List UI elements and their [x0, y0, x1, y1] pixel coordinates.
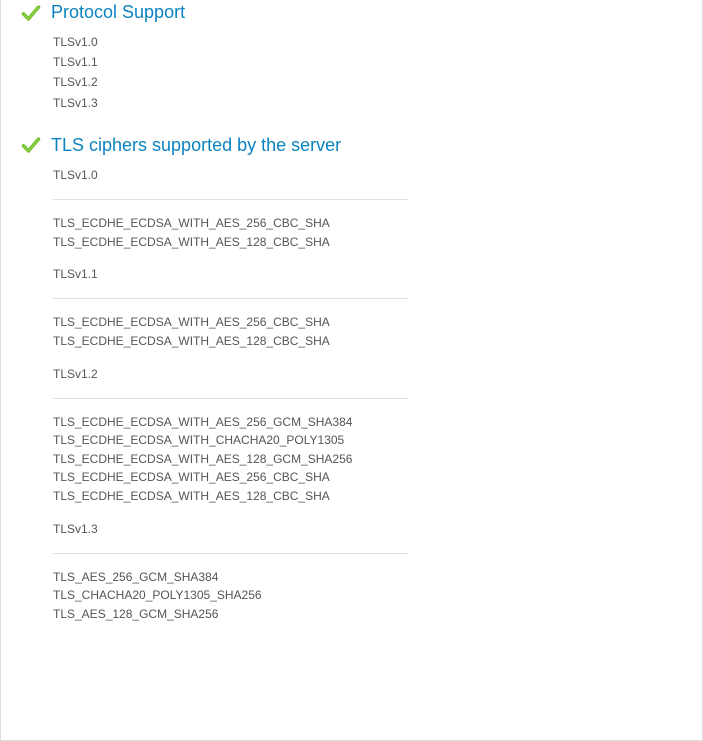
- cipher-line: TLS_ECDHE_ECDSA_WITH_CHACHA20_POLY1305: [53, 431, 682, 450]
- cipher-group: TLSv1.1 TLS_ECDHE_ECDSA_WITH_AES_256_CBC…: [53, 265, 682, 350]
- section-header: TLS ciphers supported by the server: [21, 135, 682, 156]
- tls-ciphers-title: TLS ciphers supported by the server: [51, 135, 341, 156]
- cipher-version: TLSv1.2: [53, 365, 682, 384]
- cipher-line: TLS_CHACHA20_POLY1305_SHA256: [53, 586, 682, 605]
- cipher-line: TLS_ECDHE_ECDSA_WITH_AES_256_CBC_SHA: [53, 214, 682, 233]
- check-icon: [21, 135, 41, 155]
- cipher-version: TLSv1.0: [53, 166, 682, 185]
- cipher-line: TLS_ECDHE_ECDSA_WITH_AES_128_CBC_SHA: [53, 233, 682, 252]
- section-header: Protocol Support: [21, 2, 682, 23]
- cipher-line: TLS_ECDHE_ECDSA_WITH_AES_128_CBC_SHA: [53, 487, 682, 506]
- protocol-support-body: TLSv1.0 TLSv1.1 TLSv1.2 TLSv1.3: [21, 33, 682, 113]
- tls-ciphers-body: TLSv1.0 TLS_ECDHE_ECDSA_WITH_AES_256_CBC…: [21, 166, 682, 624]
- protocol-item: TLSv1.1: [53, 53, 682, 72]
- cipher-line: TLS_AES_256_GCM_SHA384: [53, 568, 682, 587]
- protocol-item: TLSv1.2: [53, 73, 682, 92]
- cipher-version: TLSv1.3: [53, 520, 682, 539]
- cipher-line: TLS_ECDHE_ECDSA_WITH_AES_128_GCM_SHA256: [53, 450, 682, 469]
- check-icon: [21, 3, 41, 23]
- tls-ciphers-section: TLS ciphers supported by the server TLSv…: [21, 135, 682, 624]
- cipher-line: TLS_ECDHE_ECDSA_WITH_AES_256_GCM_SHA384: [53, 413, 682, 432]
- protocol-support-title: Protocol Support: [51, 2, 185, 23]
- cipher-group: TLSv1.2 TLS_ECDHE_ECDSA_WITH_AES_256_GCM…: [53, 365, 682, 506]
- cipher-version: TLSv1.1: [53, 265, 682, 284]
- cipher-line: TLS_ECDHE_ECDSA_WITH_AES_256_CBC_SHA: [53, 468, 682, 487]
- divider: [53, 199, 408, 200]
- cipher-group: TLSv1.3 TLS_AES_256_GCM_SHA384 TLS_CHACH…: [53, 520, 682, 624]
- cipher-line: TLS_AES_128_GCM_SHA256: [53, 605, 682, 624]
- protocol-support-section: Protocol Support TLSv1.0 TLSv1.1 TLSv1.2…: [21, 2, 682, 113]
- divider: [53, 298, 408, 299]
- divider: [53, 398, 408, 399]
- cipher-line: TLS_ECDHE_ECDSA_WITH_AES_128_CBC_SHA: [53, 332, 682, 351]
- protocol-item: TLSv1.0: [53, 33, 682, 52]
- cipher-group: TLSv1.0 TLS_ECDHE_ECDSA_WITH_AES_256_CBC…: [53, 166, 682, 251]
- divider: [53, 553, 408, 554]
- protocol-item: TLSv1.3: [53, 94, 682, 113]
- cipher-line: TLS_ECDHE_ECDSA_WITH_AES_256_CBC_SHA: [53, 313, 682, 332]
